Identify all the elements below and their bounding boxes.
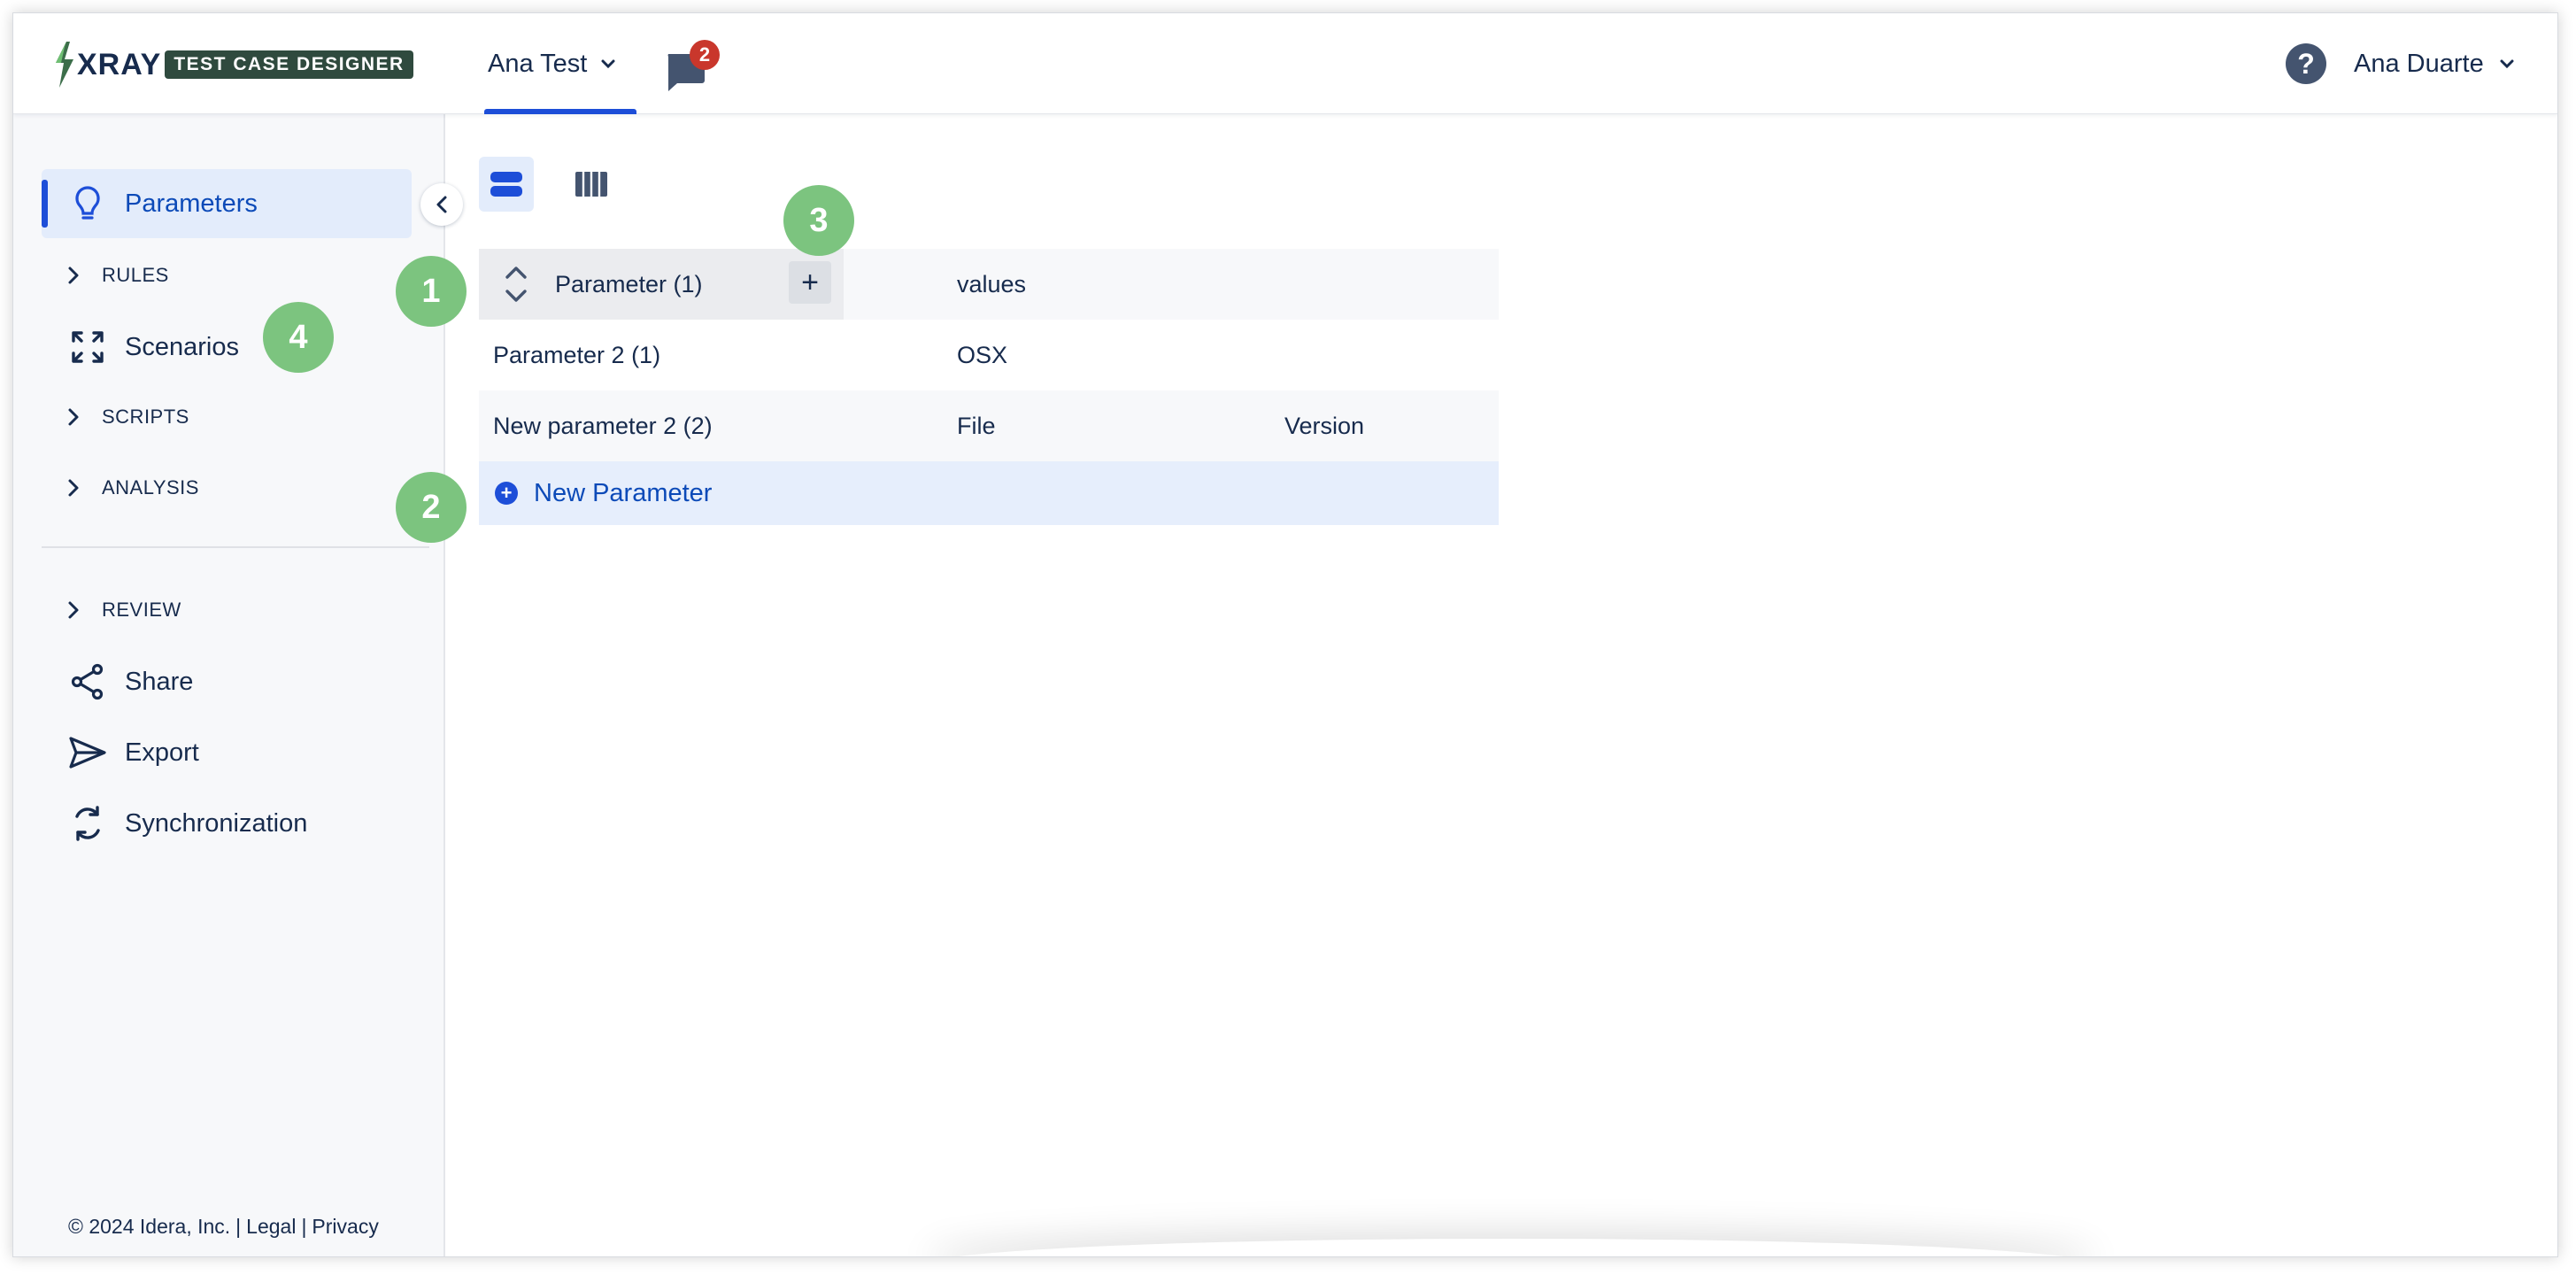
parameter-header-cell[interactable]: Parameter (1) +: [479, 249, 844, 320]
sidebar-item-label: Parameters: [125, 189, 258, 218]
project-selector[interactable]: Ana Test: [475, 13, 637, 114]
table-row: New parameter 2 (2) File Version: [479, 390, 1499, 461]
view-toggle: [479, 157, 619, 212]
notification-badge: 2: [690, 40, 720, 70]
parameters-table: Parameter (1) + values Parameter 2 (1) O…: [479, 249, 1499, 525]
chevron-left-icon: [436, 196, 447, 213]
parameter-name: Parameter (1): [555, 270, 703, 298]
rows-view-icon: [490, 172, 522, 197]
plus-circle-icon: +: [495, 482, 518, 505]
send-icon: [68, 733, 107, 772]
sidebar-item-label: Share: [125, 667, 194, 696]
top-header: XRAY TEST CASE DESIGNER Ana Test 2 ? Ana…: [13, 13, 2557, 114]
sidebar-section-rules[interactable]: RULES: [42, 249, 169, 302]
value-cell[interactable]: Version: [1284, 413, 1497, 440]
sidebar-divider: [42, 546, 429, 548]
expand-arrows-icon: [68, 328, 107, 367]
active-indicator: [42, 180, 48, 228]
user-menu[interactable]: Ana Duarte: [2354, 13, 2514, 114]
lightbulb-icon: [68, 184, 107, 223]
parameter-name-cell[interactable]: Parameter 2 (1): [479, 342, 957, 369]
sidebar-item-scenarios[interactable]: Scenarios: [42, 313, 412, 382]
table-row: Parameter (1) + values: [479, 249, 1499, 320]
callout-3: 3: [783, 185, 854, 256]
sidebar-item-label: Synchronization: [125, 808, 308, 838]
sidebar-item-synchronization[interactable]: Synchronization: [42, 789, 412, 858]
chevron-right-icon: [68, 479, 79, 497]
user-name: Ana Duarte: [2354, 49, 2484, 78]
project-name: Ana Test: [488, 49, 588, 78]
chevron-down-icon: [601, 59, 615, 69]
separator: |: [235, 1215, 242, 1238]
main-content: Parameter (1) + values Parameter 2 (1) O…: [447, 114, 2557, 1256]
help-button[interactable]: ?: [2286, 43, 2326, 84]
value-cell[interactable]: values: [957, 271, 1284, 298]
value-cell[interactable]: OSX: [957, 342, 1284, 369]
table-row: Parameter 2 (1) OSX: [479, 320, 1499, 390]
sidebar: Parameters RULES Scenarios SCRIPTS ANALY…: [13, 114, 463, 1256]
sidebar-item-export[interactable]: Export: [42, 718, 412, 787]
sidebar-section-scripts[interactable]: SCRIPTS: [42, 390, 189, 444]
privacy-link[interactable]: Privacy: [312, 1215, 378, 1239]
footer-links: © 2024 Idera, Inc. | Legal | Privacy: [68, 1215, 379, 1239]
columns-view-button[interactable]: [564, 157, 619, 212]
rows-view-button[interactable]: [479, 157, 534, 212]
messages-button[interactable]: 2: [654, 36, 720, 98]
new-parameter-button[interactable]: + New Parameter: [479, 461, 1499, 525]
logo-badge: TEST CASE DESIGNER: [165, 50, 413, 79]
new-parameter-label: New Parameter: [534, 478, 713, 507]
sidebar-section-label: ANALYSIS: [102, 476, 199, 498]
app-window: XRAY TEST CASE DESIGNER Ana Test 2 ? Ana…: [12, 12, 2558, 1257]
callout-4: 4: [263, 302, 334, 373]
parameter-name-cell[interactable]: New parameter 2 (2): [479, 413, 957, 440]
sidebar-section-analysis[interactable]: ANALYSIS: [42, 461, 199, 514]
sync-icon: [68, 804, 107, 843]
copyright-text: © 2024 Idera, Inc.: [68, 1215, 231, 1238]
sidebar-item-share[interactable]: Share: [42, 647, 412, 716]
bottom-shadow: [925, 1239, 2097, 1256]
legal-link[interactable]: Legal: [246, 1215, 296, 1239]
sidebar-section-label: REVIEW: [102, 599, 181, 621]
sidebar-section-label: RULES: [102, 264, 169, 286]
sidebar-section-label: SCRIPTS: [102, 406, 189, 428]
share-icon: [68, 662, 107, 701]
bolt-logo-icon: [56, 42, 73, 88]
logo-text: XRAY: [77, 47, 162, 81]
xray-logo[interactable]: XRAY TEST CASE DESIGNER: [50, 40, 413, 89]
sort-arrows-icon[interactable]: [498, 261, 534, 307]
sidebar-item-label: Scenarios: [125, 332, 239, 361]
columns-view-icon: [575, 172, 607, 197]
plus-icon: +: [801, 266, 819, 299]
sidebar-item-label: Export: [125, 738, 199, 767]
collapse-sidebar-button[interactable]: [420, 183, 463, 226]
callout-2: 2: [396, 472, 467, 543]
active-tab-indicator: [484, 109, 637, 114]
chevron-right-icon: [68, 601, 79, 619]
sidebar-item-parameters[interactable]: Parameters: [42, 169, 412, 238]
chevron-right-icon: [68, 267, 79, 284]
sidebar-section-review[interactable]: REVIEW: [42, 583, 181, 637]
callout-1: 1: [396, 256, 467, 327]
chevron-down-icon: [2500, 59, 2514, 69]
add-value-button[interactable]: +: [789, 261, 831, 304]
value-cell[interactable]: File: [957, 413, 1284, 440]
chevron-right-icon: [68, 408, 79, 426]
separator: |: [301, 1215, 307, 1238]
